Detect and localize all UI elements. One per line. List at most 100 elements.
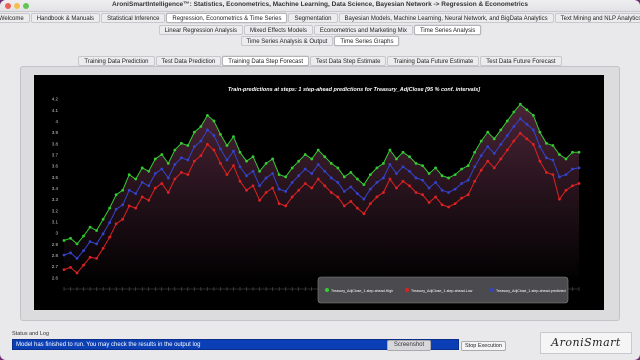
point-high [101,217,105,221]
point-low [486,159,490,163]
point-low [95,257,98,260]
point-low [538,159,542,163]
point-high [329,162,333,165]
point-low [166,191,170,194]
tab-main-0[interactable]: Welcome [0,13,30,23]
point-predicted [101,232,105,236]
tab-graph-5[interactable]: Test Data Future Forecast [480,56,562,66]
point-high [505,119,509,123]
tab-regression-0[interactable]: Linear Regression Analysis [158,25,243,35]
legend-marker-predicted [490,288,494,292]
point-low [408,184,411,188]
point-low [245,188,248,192]
regression-subtab-bar: Linear Regression Analysis Mixed Effects … [0,25,640,35]
point-high [69,236,72,240]
stop-execution-button[interactable]: Stop Execution [461,341,506,351]
point-high [95,229,98,232]
point-predicted [473,165,477,169]
point-low [349,200,353,203]
point-predicted [460,182,464,185]
y-tick-label: 2.9 [52,242,59,247]
point-low [179,170,183,174]
point-predicted [206,128,209,132]
point-high [388,148,392,152]
tab-main-5[interactable]: Bayesian Models, Machine Learning, Neura… [338,13,554,23]
point-low [147,198,151,202]
point-low [238,179,242,183]
tab-time-series-1[interactable]: Time Series Graphs [334,36,400,46]
forecast-chart: 2.6 2.7 2.8 2.9 3 3.1 3.2 3.3 3.4 3.5 3.6 3.7 3.8 3.9… [52,87,581,304]
legend-marker-low [405,288,409,292]
point-predicted [342,189,346,193]
y-tick-label: 3.7 [52,152,59,157]
point-predicted [290,181,294,184]
point-low [362,212,366,216]
point-predicted [153,172,157,175]
point-low [82,263,85,267]
tab-regression-1[interactable]: Mixed Effects Models [243,25,313,35]
time-series-subtab-bar: Time Series Analysis & Output Time Series… [0,36,640,46]
point-high [75,242,79,246]
tab-graph-1[interactable]: Test Data Prediction [155,56,222,66]
point-low [564,188,568,192]
point-predicted [538,145,542,149]
point-predicted [466,178,470,182]
point-low [264,191,268,194]
point-high [538,130,542,134]
point-low [355,206,359,210]
point-low [473,179,477,183]
point-high [166,162,170,165]
y-tick-label: 3.8 [52,141,59,146]
tab-main-1[interactable]: Handbook & Manuals [30,13,101,23]
point-predicted [127,188,131,192]
aronismart-logo: AroniSmart [540,332,632,354]
point-high [375,166,379,170]
legend-label-predicted: Treasury_AdjClose_1-step-ahead-predicted [496,289,566,293]
tab-graph-0[interactable]: Training Data Prediction [78,56,155,66]
point-low [232,164,235,168]
point-low [531,143,535,146]
point-predicted [232,149,235,153]
point-low [258,198,261,202]
tab-regression-3[interactable]: Time Series Analysis [413,25,482,35]
point-predicted [421,178,424,182]
screenshot-button[interactable]: Screenshot [387,340,431,351]
point-low [414,191,418,194]
y-tick-label: 4.2 [52,97,59,102]
point-low [512,139,516,143]
point-low [329,191,333,194]
logo-text: AroniSmart [551,336,621,349]
point-high [447,176,451,180]
point-low [571,184,574,188]
point-high [473,150,477,154]
tab-regression-2[interactable]: Econometrics and Marketing Mix [313,25,413,35]
tab-main-2[interactable]: Statistical Inference [101,13,166,23]
tab-main-6[interactable]: Text Mining and NLP Analytics [554,13,640,23]
point-high [245,159,248,163]
point-low [75,271,79,275]
point-predicted [453,187,457,191]
point-low [127,204,131,208]
point-low [336,195,340,199]
point-high [545,141,548,145]
point-high [303,153,307,156]
point-low [225,173,229,176]
point-high [342,175,346,179]
point-low [316,177,320,181]
point-predicted [251,169,255,173]
tab-main-4[interactable]: Segmentation [288,13,338,23]
point-high [114,193,118,197]
title-bar: AroniSmartIntelligence™: Statistics, Eco… [0,0,640,12]
point-predicted [219,147,222,151]
point-predicted [199,139,203,143]
tab-graph-3[interactable]: Test Data Step Estimate [310,56,387,66]
point-predicted [75,257,79,260]
point-predicted [108,221,112,225]
y-tick-label: 2.8 [52,253,59,258]
tab-time-series-0[interactable]: Time Series Analysis & Output [240,36,334,46]
point-predicted [310,172,314,175]
point-low [108,235,112,239]
tab-graph-2[interactable]: Training Data Step Forecast [222,56,310,66]
tab-graph-4[interactable]: Training Data Future Estimate [387,56,480,66]
tab-main-3[interactable]: Regression, Econometrics & Time Series [166,13,288,23]
